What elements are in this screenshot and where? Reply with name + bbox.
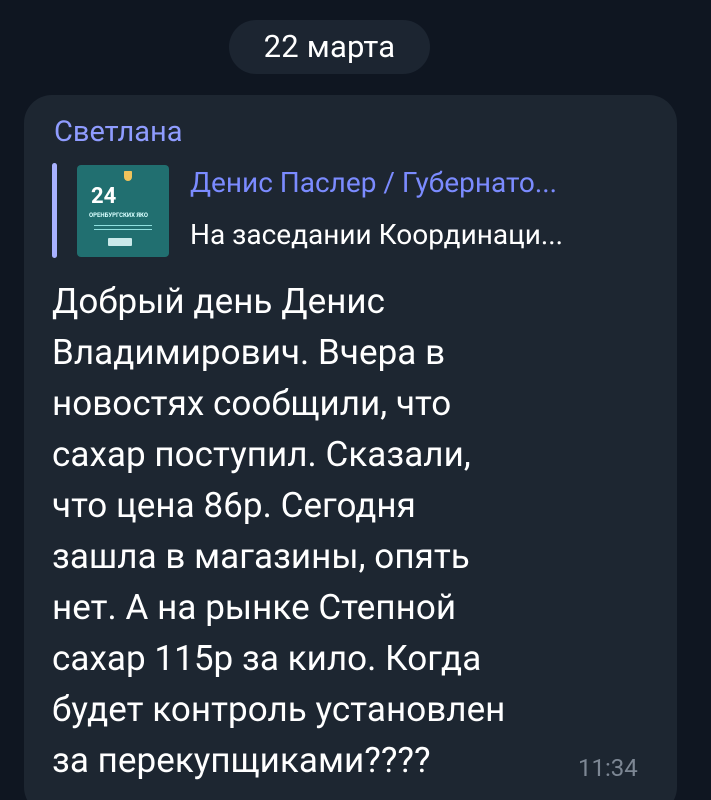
message-line: что цена 86р. Сегодня [52, 485, 416, 526]
date-separator: 22 марта [229, 20, 430, 74]
thumbnail-line [94, 225, 152, 226]
message-text: Добрый день Денис Владимирович. Вчера в … [52, 276, 627, 786]
reply-title[interactable]: Денис Паслер / Губернато... [190, 163, 660, 203]
message-line: новостях сообщили, что [52, 383, 452, 424]
thumbnail-badge [108, 238, 132, 246]
message-line: за перекупщиками???? [52, 740, 431, 781]
message-line: сахар поступил. Сказали, [52, 434, 471, 475]
reply-preview[interactable]: 24 ОРЕНБУРГСКИХ ЯКО Денис Паслер / Губер… [52, 163, 662, 258]
message-line: зашла в магазины, опять [52, 536, 470, 577]
message-line: будет контроль установлен [52, 689, 506, 730]
thumbnail-number: 24 [91, 184, 117, 209]
reply-text[interactable]: На заседании Координаци... [190, 215, 660, 255]
message-line: нет. А на рынке Степной [52, 587, 457, 628]
reply-thumbnail: 24 ОРЕНБУРГСКИХ ЯКО [77, 165, 169, 257]
chat-screen: 22 марта Светлана 24 ОРЕНБУРГСКИХ ЯКО Де… [0, 0, 711, 800]
thumbnail-line [94, 229, 152, 230]
thumbnail-caption: ОРЕНБУРГСКИХ ЯКО [89, 212, 148, 219]
thumbnail-text-lines [94, 225, 152, 233]
message-line: Добрый день Денис [52, 281, 386, 322]
coat-of-arms-icon [124, 171, 132, 181]
reply-accent-bar [52, 163, 57, 258]
message-line: сахар 115р за кило. Когда [52, 638, 482, 679]
message-sender[interactable]: Светлана [54, 113, 183, 151]
message-line: Владимирович. Вчера в [52, 332, 446, 373]
message-time: 11:34 [578, 754, 638, 782]
